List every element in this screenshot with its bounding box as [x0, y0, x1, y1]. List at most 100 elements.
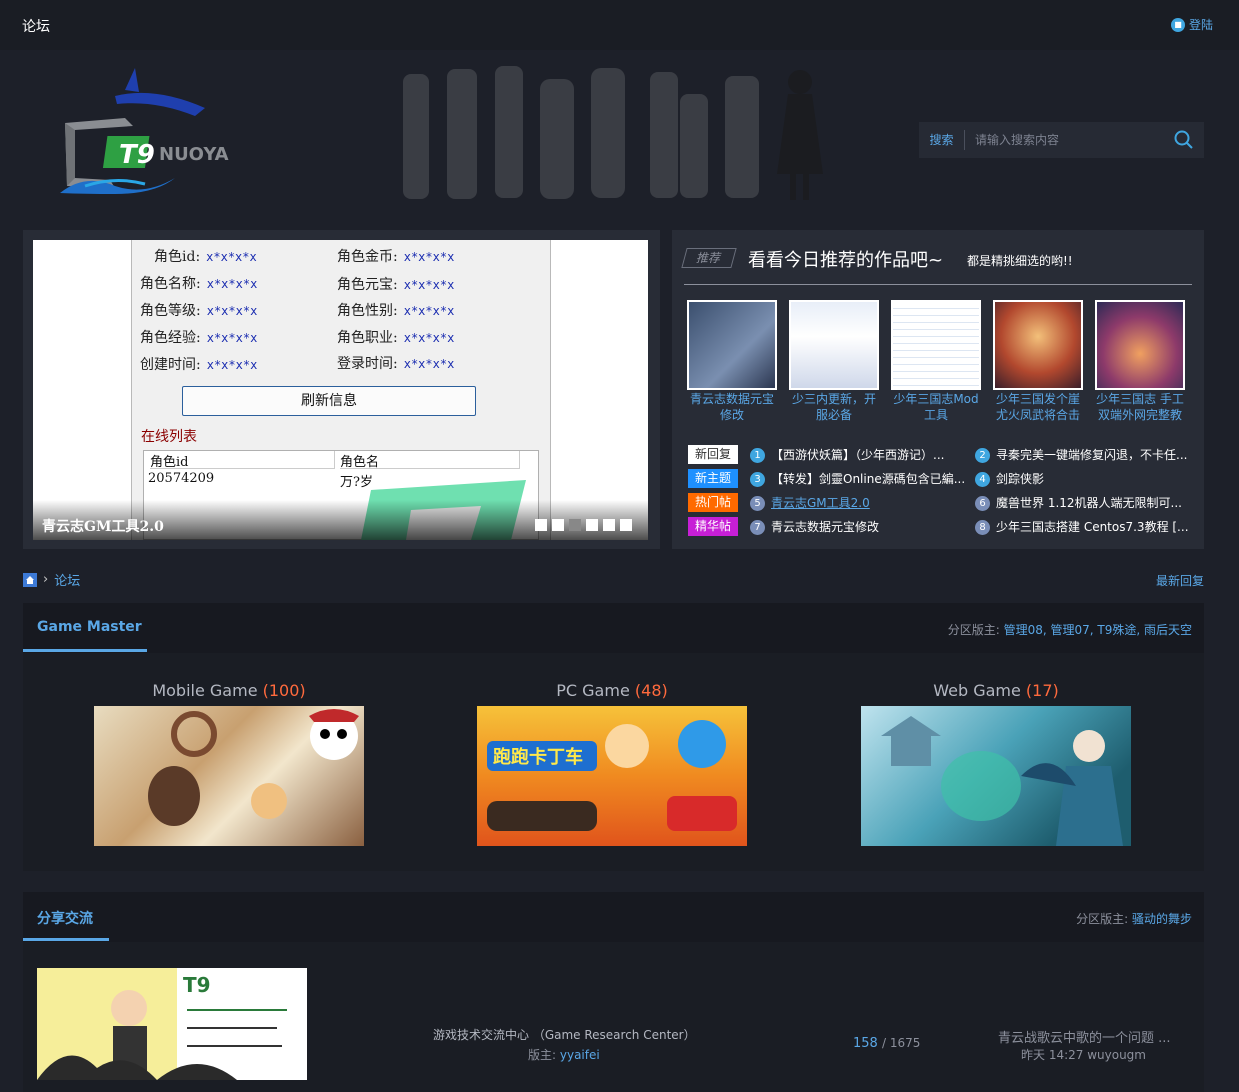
item-text: 少年三国志搭建 Centos7.3教程 [...: [996, 520, 1189, 534]
field-role-yuanbao: 角色元宝: x*x*x*x: [337, 277, 455, 293]
svg-text:跑跑卡丁车: 跑跑卡丁车: [493, 746, 583, 768]
recommend-thumb[interactable]: 青云志数据元宝修改: [687, 300, 777, 425]
thumb-image: [993, 300, 1083, 390]
site-logo[interactable]: T9 NUOYA: [55, 68, 265, 198]
forum-last-post-title[interactable]: 青云战歌云中歌的一个问题 ...: [998, 1027, 1171, 1046]
thumb-caption: 青云志数据元宝修改: [689, 392, 774, 422]
item-number: 1: [750, 448, 765, 463]
slider-dot-active[interactable]: [569, 519, 581, 531]
field-role-exp: 角色经验: x*x*x*x: [140, 330, 258, 346]
slider-dot[interactable]: [620, 519, 632, 531]
badge-new-topic[interactable]: 新主题: [688, 469, 738, 488]
field-login-time: 登录时间: x*x*x*x: [337, 356, 455, 372]
forum-title[interactable]: 游戏技术交流中心 （Game Research Center）: [433, 1026, 696, 1043]
item-text: 寻秦完美一键端修复闪退，不卡任...: [996, 448, 1188, 462]
item-number: 7: [750, 520, 765, 535]
slide-image[interactable]: 角色id: x*x*x*x 角色金币: x*x*x*x 角色名称: x*x*x*x 角…: [33, 240, 648, 540]
thumb-image: [1095, 300, 1185, 390]
field-create-time: 创建时间: x*x*x*x: [140, 357, 258, 373]
recommend-subtitle: 都是精挑细选的哟!!: [967, 254, 1073, 268]
list-item[interactable]: 3 【转发】剑靈Online源碼包含已編...: [750, 470, 965, 487]
section-moderators: 分区版主: 骚动的舞步: [1076, 912, 1192, 926]
list-item[interactable]: 7 青云志数据元宝修改: [750, 518, 879, 535]
section-header: Game Master 分区版主: 管理08, 管理07, T9殊途, 雨后天空: [23, 603, 1204, 653]
field-role-gold: 角色金币: x*x*x*x: [337, 249, 455, 265]
list-item[interactable]: 8 少年三国志搭建 Centos7.3教程 [...: [975, 518, 1189, 535]
list-item[interactable]: 6 魔兽世界 1.12机器人端无限制可...: [975, 494, 1182, 511]
field-role-gender: 角色性别: x*x*x*x: [337, 303, 455, 319]
item-text: 【西游伏妖篇】（少年西游记）...: [771, 448, 945, 462]
game-category-image[interactable]: [861, 706, 1131, 846]
recommend-divider: [684, 284, 1192, 285]
forum-stats: 158 / 1675: [853, 1036, 921, 1051]
search-icon[interactable]: [1164, 130, 1204, 150]
item-number: 8: [975, 520, 990, 535]
section-underline: [23, 938, 109, 941]
field-role-level: 角色等级: x*x*x*x: [140, 303, 258, 319]
list-item[interactable]: 1 【西游伏妖篇】（少年西游记）...: [750, 446, 944, 463]
game-category-image[interactable]: [94, 706, 364, 846]
slider-dot[interactable]: [603, 519, 615, 531]
badge-hot[interactable]: 热门帖: [688, 493, 738, 512]
forum-moderator: 版主: yyaifei: [528, 1048, 600, 1062]
field-role-name: 角色名称: x*x*x*x: [140, 276, 258, 292]
game-category-image[interactable]: 跑跑卡丁车: [477, 706, 747, 846]
item-text: 【转发】剑靈Online源碼包含已編...: [771, 472, 966, 486]
login-link[interactable]: ■ 登陆: [1170, 16, 1213, 33]
list-item[interactable]: 4 剑踪侠影: [975, 470, 1044, 487]
slider-dot[interactable]: [552, 519, 564, 531]
recommend-thumb[interactable]: 少年三国志 手工双端外网完整教: [1095, 300, 1185, 425]
recommend-title: 看看今日推荐的作品吧~: [748, 250, 944, 271]
item-text: 魔兽世界 1.12机器人端无限制可...: [996, 496, 1182, 510]
lock-icon: ■: [1170, 17, 1185, 32]
recommend-thumb[interactable]: 少年三国志Mod工具: [891, 300, 981, 425]
game-category-title: PC Game (48): [556, 681, 668, 700]
item-number: 6: [975, 496, 990, 511]
recommend-panel: 推荐 看看今日推荐的作品吧~ 都是精挑细选的哟!! 青云志数据元宝修改 少三内更…: [672, 230, 1204, 549]
section-share: 分享交流 分区版主: 骚动的舞步 T9 游戏技术交流中心 （Game Resea…: [23, 892, 1204, 1092]
game-category[interactable]: PC Game (48) 跑跑卡丁车: [477, 681, 747, 846]
latest-replies-link[interactable]: 最新回复: [1156, 572, 1204, 589]
thumb-caption: 少年三国志 手工双端外网完整教: [1096, 392, 1184, 422]
badge-new-reply[interactable]: 新回复: [688, 445, 738, 464]
item-number: 4: [975, 472, 990, 487]
recommend-thumb[interactable]: 少三内更新，开服必备: [789, 300, 879, 425]
thumb-caption: 少年三国志Mod工具: [893, 392, 979, 422]
game-category-title: Web Game (17): [933, 681, 1059, 700]
thumb-caption: 少三内更新，开服必备: [791, 392, 876, 422]
item-text: 青云志数据元宝修改: [771, 520, 880, 534]
thumb-image: [891, 300, 981, 390]
search-label[interactable]: 搜索: [919, 130, 965, 150]
forum-last-post-meta: 昨天 14:27 wuyougm: [1021, 1048, 1146, 1062]
section-title[interactable]: 分享交流: [37, 908, 93, 928]
home-icon[interactable]: [23, 572, 37, 587]
forum-image[interactable]: T9: [37, 968, 307, 1080]
badge-featured[interactable]: 精华帖: [688, 517, 738, 536]
svg-text:T9: T9: [119, 140, 155, 170]
item-number: 5: [750, 496, 765, 511]
thumb-image: [789, 300, 879, 390]
game-category[interactable]: Web Game (17): [861, 681, 1131, 846]
thumb-caption: 少年三国发个崖尤火凤武将合击: [995, 392, 1080, 422]
field-role-class: 角色职业: x*x*x*x: [337, 330, 455, 346]
featured-slider[interactable]: 角色id: x*x*x*x 角色金币: x*x*x*x 角色名称: x*x*x*x 角…: [23, 230, 660, 549]
game-category-title: Mobile Game (100): [152, 681, 306, 700]
item-number: 2: [975, 448, 990, 463]
slider-dot[interactable]: [586, 519, 598, 531]
list-item[interactable]: 5 青云志GM工具2.0: [750, 494, 870, 511]
recommend-tag: 推荐: [681, 248, 737, 268]
section-title[interactable]: Game Master: [37, 619, 142, 635]
recommend-thumb[interactable]: 少年三国发个崖尤火凤武将合击: [993, 300, 1083, 425]
section-header: 分享交流 分区版主: 骚动的舞步: [23, 892, 1204, 942]
list-item[interactable]: 2 寻秦完美一键端修复闪退，不卡任...: [975, 446, 1187, 463]
header: T9 NUOYA 搜索 请输入搜索内容: [0, 50, 1239, 220]
item-text: 青云志GM工具2.0: [771, 496, 870, 510]
top-bar: 论坛 ■ 登陆: [0, 0, 1239, 50]
slider-dot[interactable]: [535, 519, 547, 531]
breadcrumb-current[interactable]: 论坛: [54, 570, 80, 589]
thumb-image: [687, 300, 777, 390]
site-brand[interactable]: 论坛: [22, 16, 50, 36]
field-role-id: 角色id: x*x*x*x: [154, 249, 257, 265]
game-category[interactable]: Mobile Game (100): [94, 681, 364, 846]
search-input[interactable]: 请输入搜索内容: [965, 122, 1164, 158]
